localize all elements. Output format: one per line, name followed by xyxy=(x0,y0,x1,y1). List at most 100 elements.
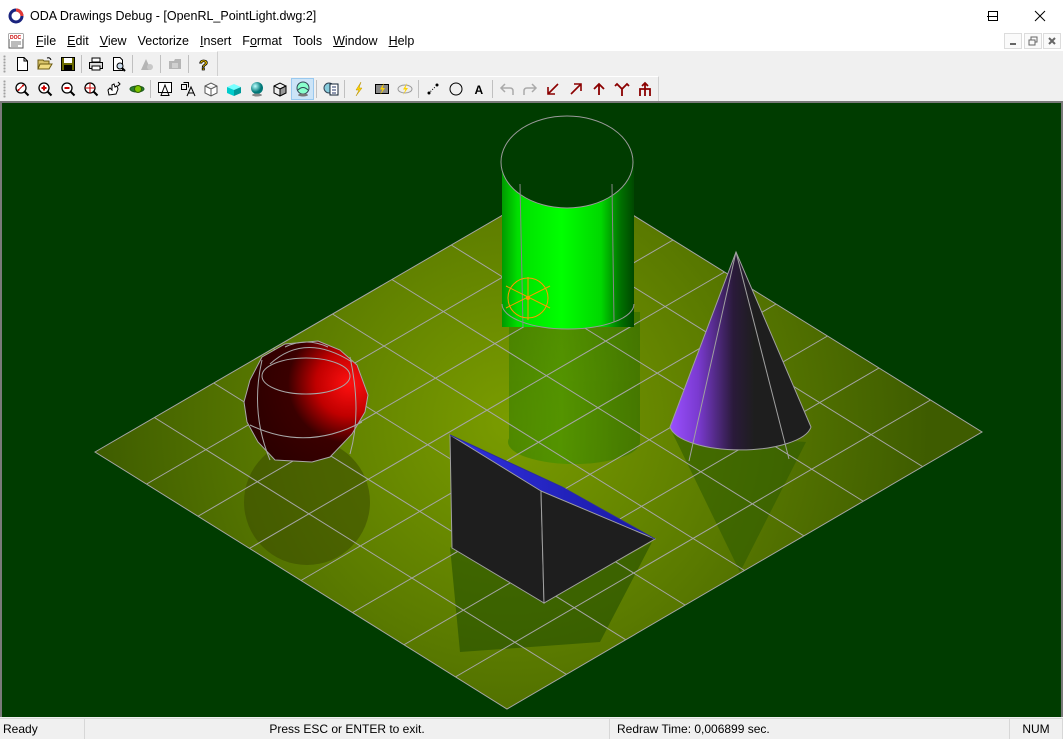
orbit-icon xyxy=(129,85,144,93)
flat-shaded-button[interactable] xyxy=(222,78,245,100)
arrow-up-right-button[interactable] xyxy=(564,78,587,100)
status-prompt: Press ESC or ENTER to exit. xyxy=(85,718,610,739)
zoom-window-button[interactable] xyxy=(10,78,33,100)
window-title: ODA Drawings Debug - [OpenRL_PointLight.… xyxy=(30,8,317,23)
menu-insert[interactable]: Insert xyxy=(195,31,237,51)
help-button[interactable]: ? xyxy=(191,53,214,75)
undo-button[interactable] xyxy=(495,78,518,100)
open-button[interactable] xyxy=(33,53,56,75)
toolbar-separator xyxy=(132,55,133,73)
mdi-close-button[interactable] xyxy=(1043,33,1061,49)
menu-help[interactable]: Help xyxy=(384,31,421,51)
disabled-folder-button[interactable] xyxy=(163,53,186,75)
menu-edit[interactable]: Edit xyxy=(62,31,95,51)
arrow-up-button[interactable] xyxy=(587,78,610,100)
zoom-in-button[interactable] xyxy=(33,78,56,100)
print-preview-icon xyxy=(112,57,126,72)
mdi-minimize-button[interactable] xyxy=(1004,33,1022,49)
menu-window[interactable]: Window xyxy=(328,31,383,51)
new-button[interactable] xyxy=(10,53,33,75)
lightning-box-icon xyxy=(374,83,389,95)
menu-tools[interactable]: Tools xyxy=(288,31,328,51)
zoom-out-button[interactable] xyxy=(56,78,79,100)
fork-button[interactable] xyxy=(610,78,633,100)
lightning-box-button[interactable] xyxy=(370,78,393,100)
svg-text:DOC: DOC xyxy=(10,35,22,41)
close-button[interactable] xyxy=(1017,0,1063,31)
properties-button[interactable] xyxy=(319,78,342,100)
hidden-line-button[interactable] xyxy=(199,78,222,100)
lightning-icon xyxy=(355,81,362,97)
gouraud-shaded-button[interactable] xyxy=(245,78,268,100)
zoom-extents-button[interactable] xyxy=(79,78,102,100)
status-redraw-time: Redraw Time: 0,006899 sec. xyxy=(610,718,1010,739)
redo-button[interactable] xyxy=(518,78,541,100)
toolbar-grip[interactable] xyxy=(3,80,6,98)
menu-file[interactable]: File xyxy=(31,31,62,51)
drawing-viewport[interactable] xyxy=(0,101,1063,717)
toolbar-separator xyxy=(418,80,419,98)
save-button[interactable] xyxy=(56,53,79,75)
print-preview-button[interactable] xyxy=(107,53,130,75)
redo-icon xyxy=(522,83,537,95)
print-button[interactable] xyxy=(84,53,107,75)
toolbar-grip[interactable] xyxy=(3,55,6,73)
disabled-tool-button[interactable] xyxy=(135,53,158,75)
text-icon: A xyxy=(474,83,483,97)
menu-bar: DOC File Edit View Vectorize Insert Form… xyxy=(0,31,1063,51)
arrow-up-right-icon xyxy=(569,83,582,95)
fork-icon xyxy=(613,82,630,96)
menu-view-label: View xyxy=(99,34,127,48)
menu-tools-label: Tools xyxy=(292,34,323,48)
disabled-tool-icon xyxy=(140,59,153,70)
application-window: ODA Drawings Debug - [OpenRL_PointLight.… xyxy=(0,0,1063,739)
lightning-eye-icon xyxy=(397,83,412,95)
text-button[interactable]: A xyxy=(467,78,490,100)
circle-button[interactable] xyxy=(444,78,467,100)
lightning-eye-button[interactable] xyxy=(393,78,416,100)
flat-shaded-edges-icon xyxy=(273,82,286,97)
arrow-down-left-icon xyxy=(546,83,559,95)
3d-wireframe-icon xyxy=(180,82,195,97)
toolbar-separator xyxy=(160,55,161,73)
lightning-button[interactable] xyxy=(347,78,370,100)
pan-button[interactable] xyxy=(102,78,125,100)
mdi-restore-button[interactable] xyxy=(1024,33,1042,49)
gouraud-shaded-edges-icon xyxy=(296,81,309,97)
2d-wireframe-button[interactable] xyxy=(153,78,176,100)
document-icon: DOC xyxy=(8,33,24,49)
toolbar-separator xyxy=(81,55,82,73)
line-points-button[interactable] xyxy=(421,78,444,100)
menu-insert-label: Insert xyxy=(200,34,232,48)
gouraud-shaded-icon xyxy=(250,82,263,97)
maximize-button[interactable] xyxy=(970,0,1016,31)
menu-format-label: Format xyxy=(242,34,282,48)
hierarchy-icon xyxy=(638,81,651,96)
menu-view[interactable]: View xyxy=(95,31,133,51)
undo-icon xyxy=(499,83,514,95)
toolbar-separator xyxy=(492,80,493,98)
minimize-icon xyxy=(1010,43,1016,45)
arrow-down-left-button[interactable] xyxy=(541,78,564,100)
close-icon xyxy=(1034,10,1046,21)
menu-edit-label: Edit xyxy=(67,34,89,48)
arrow-up-icon xyxy=(592,82,605,95)
2d-wireframe-icon xyxy=(157,82,172,96)
cylinder-top-face xyxy=(500,115,634,209)
open-folder-icon xyxy=(36,57,53,70)
menu-format[interactable]: Format xyxy=(237,31,288,51)
status-ready: Ready xyxy=(0,718,85,739)
menu-vectorize[interactable]: Vectorize xyxy=(133,31,195,51)
save-disk-icon xyxy=(60,57,75,71)
hierarchy-button[interactable] xyxy=(633,78,656,100)
maximize-icon xyxy=(988,10,998,21)
close-icon xyxy=(1048,37,1056,45)
cylinder-object[interactable] xyxy=(500,115,635,330)
svg-text:?: ? xyxy=(199,57,208,72)
flat-shaded-edges-button[interactable] xyxy=(268,78,291,100)
3d-wireframe-button[interactable] xyxy=(176,78,199,100)
orbit-button[interactable] xyxy=(125,78,148,100)
oda-logo-icon xyxy=(8,8,24,23)
flat-shaded-icon xyxy=(226,84,241,96)
gouraud-shaded-edges-button[interactable] xyxy=(291,78,314,100)
